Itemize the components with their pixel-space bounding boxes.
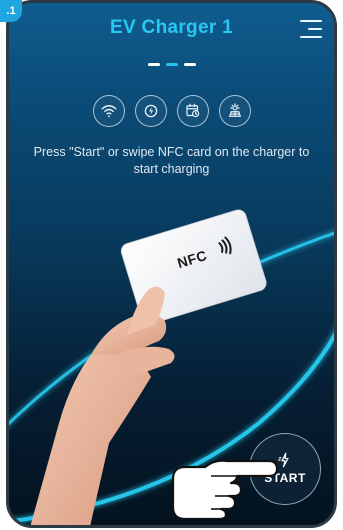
pointing-hand-icon bbox=[171, 459, 279, 519]
step-badge: .1 bbox=[0, 0, 22, 22]
phone-screen: EV Charger 1 Press "Start" or swipe NFC … bbox=[6, 0, 337, 528]
